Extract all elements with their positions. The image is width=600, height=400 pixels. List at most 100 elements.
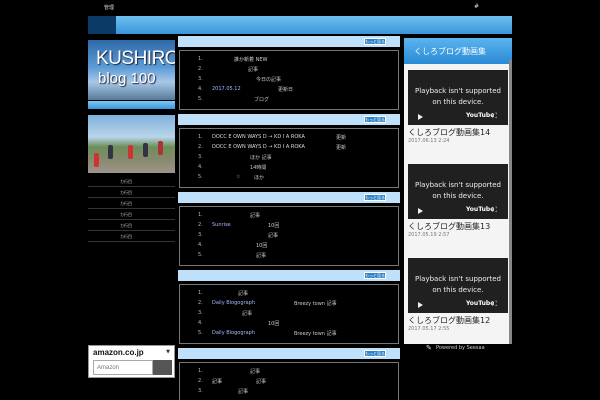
- list-item[interactable]: 4. 14時間: [186, 163, 392, 173]
- video-item[interactable]: Playback isn't supported on this device. …: [408, 70, 508, 144]
- youtube-logo[interactable]: YouTube: [466, 300, 494, 307]
- list-item[interactable]: 2. DOCC E OWN WAYS D → KD I A ROKA 更新: [186, 143, 392, 153]
- sidebar-photo: [88, 115, 175, 173]
- seesaa-icon: ✎: [426, 344, 432, 352]
- video-item[interactable]: Playback isn't supported on this device. …: [408, 258, 508, 332]
- amazon-widget: amazon.co.jp ▼: [88, 345, 175, 378]
- video-title[interactable]: くしろブログ動画集14: [408, 125, 508, 138]
- list-item[interactable]: 4. 2017.05.12 更新日: [186, 85, 392, 95]
- more-button[interactable]: もっと見る: [364, 350, 386, 357]
- play-icon[interactable]: [418, 208, 423, 214]
- list-item[interactable]: 5. Daily Blogograph Breezy town 記事: [186, 329, 392, 339]
- item-detail: 更新: [336, 145, 347, 151]
- photo-figure: [108, 145, 113, 159]
- item-detail: 記事: [242, 311, 253, 317]
- list-item[interactable]: 2. 記事: [186, 65, 392, 75]
- rank-number: 1.: [198, 56, 203, 62]
- section-header: もっと見る: [178, 270, 400, 281]
- ranking-box: 1. 記事 2. 記事 記事 3. 記事: [179, 362, 399, 400]
- item-detail: 記事: [256, 379, 267, 385]
- fullscreen-icon[interactable]: ⛶: [492, 206, 497, 215]
- left-menu-item[interactable]: カ行目: [88, 220, 175, 231]
- photo-figure: [143, 143, 148, 157]
- more-button[interactable]: もっと見る: [364, 272, 386, 279]
- left-menu-item[interactable]: カ行目: [88, 209, 175, 220]
- more-button[interactable]: もっと見る: [364, 194, 386, 201]
- playback-message: Playback isn't supported: [414, 275, 501, 283]
- rank-number: 3.: [198, 154, 203, 160]
- rank-number: 2.: [198, 144, 203, 150]
- video-player[interactable]: Playback isn't supported on this device. …: [408, 164, 508, 219]
- left-menu-item[interactable]: カ行目: [88, 176, 175, 187]
- list-item[interactable]: 1. 誰か新着 NEW: [186, 55, 392, 65]
- item-title: Daily Blogograph: [212, 330, 255, 336]
- item-detail: ブログ: [254, 97, 270, 103]
- rank-number: 1.: [198, 368, 203, 374]
- list-item[interactable]: 3. 記事: [186, 387, 392, 397]
- video-player[interactable]: Playback isn't supported on this device. …: [408, 258, 508, 313]
- top-right-icon[interactable]: #: [474, 3, 479, 10]
- youtube-logo[interactable]: YouTube: [466, 206, 494, 213]
- more-button[interactable]: もっと見る: [364, 116, 386, 123]
- fullscreen-icon[interactable]: ⛶: [492, 112, 497, 121]
- ranking-box: 1. 誰か新着 NEW 2. 記事 3. 今日の記事 4. 2017.05.12 更新日 …: [179, 50, 399, 110]
- list-item[interactable]: 1. 記事: [186, 289, 392, 299]
- list-item[interactable]: 2. Sunrise 10回: [186, 221, 392, 231]
- item-title: 記事: [212, 379, 223, 385]
- list-item[interactable]: 3. 記事: [186, 231, 392, 241]
- item-detail: 10回: [256, 243, 268, 249]
- rank-number: 4.: [198, 242, 203, 248]
- list-item[interactable]: 4. 10回: [186, 319, 392, 329]
- powered-by-link[interactable]: Powered by Seesaa: [436, 345, 485, 351]
- photo-figure: [128, 145, 133, 159]
- list-item[interactable]: 3. 今日の記事: [186, 75, 392, 85]
- video-item[interactable]: Playback isn't supported on this device. …: [408, 164, 508, 238]
- rank-number: 3.: [198, 232, 203, 238]
- list-item[interactable]: 1. DOCC E OWN WAYS D → KD I A ROKA 更新: [186, 133, 392, 143]
- video-widget: くしろブログ動画集 Playback isn't supported on thi…: [404, 38, 512, 344]
- rank-number: 1.: [198, 134, 203, 140]
- left-menu-item[interactable]: カ行目: [88, 198, 175, 209]
- list-item[interactable]: 2. 記事 記事: [186, 377, 392, 387]
- more-button[interactable]: もっと見る: [364, 38, 386, 45]
- item-detail: Breezy town 記事: [294, 331, 337, 337]
- ranking-box: 1. DOCC E OWN WAYS D → KD I A ROKA 更新 2. DO…: [179, 128, 399, 188]
- list-item[interactable]: 5. 記事: [186, 251, 392, 261]
- list-item[interactable]: 3. 記事: [186, 309, 392, 319]
- blog-logo[interactable]: KUSHIRO blog 100: [88, 40, 175, 100]
- item-title: 2017.05.12: [212, 86, 241, 92]
- item-detail: 更新日: [278, 87, 294, 93]
- video-title[interactable]: くしろブログ動画集12: [408, 313, 508, 326]
- section-header: もっと見る: [178, 192, 400, 203]
- play-icon[interactable]: [418, 114, 423, 120]
- item-detail: 記事: [250, 369, 261, 375]
- youtube-logo[interactable]: YouTube: [466, 112, 494, 119]
- list-item[interactable]: 5. ブログ: [186, 95, 392, 105]
- video-widget-title: くしろブログ動画集: [404, 38, 512, 64]
- rank-number: 1.: [198, 212, 203, 218]
- item-detail: 10回: [268, 321, 280, 327]
- item-detail: 記事: [256, 253, 267, 259]
- list-item[interactable]: 2. Daily Blogograph Breezy town 記事: [186, 299, 392, 309]
- amazon-search-input[interactable]: [93, 360, 153, 375]
- amazon-search-button[interactable]: [153, 360, 172, 375]
- photo-figure: [94, 153, 99, 167]
- scrollbar[interactable]: [509, 60, 512, 344]
- item-detail: 記事: [238, 291, 249, 297]
- chevron-down-icon[interactable]: ▼: [166, 349, 170, 355]
- video-title[interactable]: くしろブログ動画集13: [408, 219, 508, 232]
- fullscreen-icon[interactable]: ⛶: [492, 300, 497, 309]
- left-menu-item[interactable]: カ行目: [88, 187, 175, 198]
- list-item[interactable]: 3. ほか 記事: [186, 153, 392, 163]
- rank-number: 2.: [198, 300, 203, 306]
- admin-link[interactable]: 管理: [104, 4, 114, 11]
- list-item[interactable]: 4. 10回: [186, 241, 392, 251]
- play-icon[interactable]: [418, 302, 423, 308]
- list-item[interactable]: 1. 記事: [186, 367, 392, 377]
- left-menu-item[interactable]: カ行目: [88, 231, 175, 242]
- list-item[interactable]: 5. ☆ ほか: [186, 173, 392, 183]
- list-item[interactable]: 1. 記事: [186, 211, 392, 221]
- ranking-column: もっと見る 1. 誰か新着 NEW 2. 記事 3. 今日の記事 4. 2017.05.…: [178, 36, 400, 400]
- video-player[interactable]: Playback isn't supported on this device. …: [408, 70, 508, 125]
- rank-number: 2.: [198, 378, 203, 384]
